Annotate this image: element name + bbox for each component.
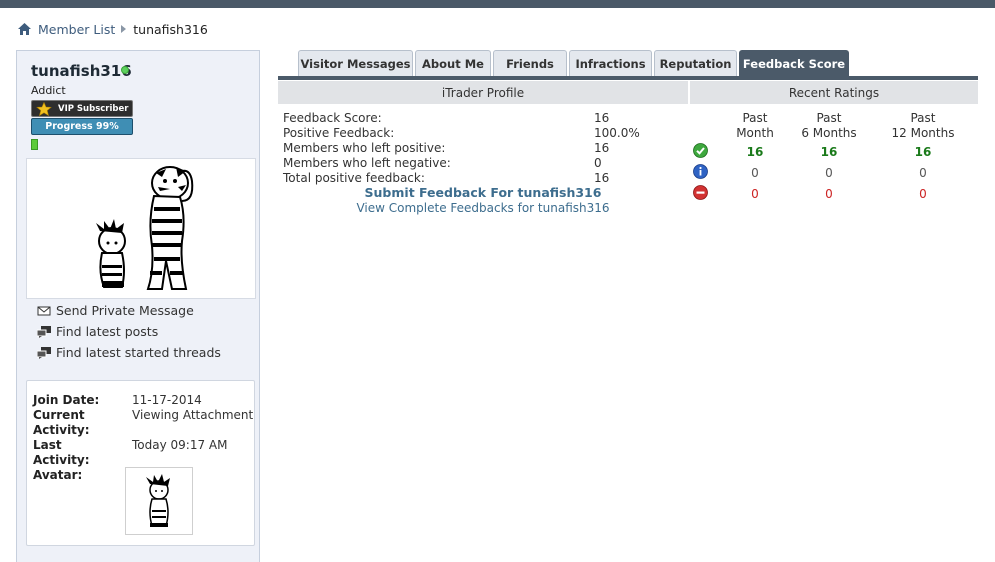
tab-infractions[interactable]: Infractions xyxy=(569,50,652,76)
tab-about-me[interactable]: About Me xyxy=(415,50,491,76)
col-past-12-months-line2: 12 Months xyxy=(891,126,955,140)
find-latest-posts-link[interactable]: Find latest posts xyxy=(37,321,221,342)
reputation-bar xyxy=(31,139,38,150)
vip-badge-label: VIP Subscriber xyxy=(58,103,129,114)
col-past-6-months-line1: Past xyxy=(816,111,842,125)
current-activity-value: Viewing Attachment xyxy=(132,408,254,422)
recent-ratings-header: Recent Ratings xyxy=(690,81,978,104)
col-past-month-line1: Past xyxy=(742,111,768,125)
feedback-score-label: Feedback Score: xyxy=(283,111,382,125)
info-icon xyxy=(693,164,708,179)
col-past-6-months-line2: 6 Months xyxy=(801,126,857,140)
vip-badge: VIP Subscriber xyxy=(31,100,133,117)
join-date-label: Join Date: xyxy=(33,393,100,407)
itrader-profile-header: iTrader Profile xyxy=(278,81,688,104)
positive-past-6-months: 16 xyxy=(820,145,838,159)
tab-visitor-messages[interactable]: Visitor Messages xyxy=(298,50,413,76)
feedback-score-value: 16 xyxy=(594,111,610,125)
find-latest-threads-label: Find latest started threads xyxy=(56,345,221,360)
tab-reputation[interactable]: Reputation xyxy=(654,50,737,76)
members-left-positive-label: Members who left positive: xyxy=(283,141,446,155)
top-bar xyxy=(0,0,995,8)
avatar-label: Avatar: xyxy=(33,468,83,482)
profile-username: tunafish316 xyxy=(31,62,132,80)
breadcrumb: Member List tunafish316 xyxy=(17,20,208,38)
user-rank: Addict xyxy=(31,84,66,97)
negative-past-6-months: 0 xyxy=(825,187,833,201)
join-date-value: 11-17-2014 xyxy=(132,393,202,407)
submit-feedback-link[interactable]: Submit Feedback For tunafish316 xyxy=(278,185,688,200)
calvin-avatar-image xyxy=(146,474,170,527)
breadcrumb-member-list[interactable]: Member List xyxy=(38,22,115,37)
col-past-12-months-line1: Past xyxy=(910,111,936,125)
progress-badge: Progress 99% xyxy=(31,118,133,135)
tab-friends[interactable]: Friends xyxy=(493,50,567,76)
current-activity-label: Current Activity: xyxy=(33,408,90,437)
total-positive-feedback-label: Total positive feedback: xyxy=(283,171,425,185)
positive-past-12-months: 16 xyxy=(914,145,932,159)
positive-feedback-label: Positive Feedback: xyxy=(283,126,395,140)
members-left-negative-value: 0 xyxy=(594,156,602,170)
neutral-past-12-months: 0 xyxy=(919,166,927,180)
find-latest-posts-label: Find latest posts xyxy=(56,324,159,339)
members-left-negative-label: Members who left negative: xyxy=(283,156,451,170)
neutral-past-month: 0 xyxy=(751,166,759,180)
members-left-positive-value: 16 xyxy=(594,141,610,155)
avatar-image[interactable] xyxy=(125,467,193,535)
profile-sidebar: tunafish316 Addict VIP Subscriber Progre… xyxy=(16,50,260,562)
total-positive-feedback-value: 16 xyxy=(594,171,610,185)
star-icon xyxy=(36,101,52,116)
col-past-6-months: Past 6 Months xyxy=(789,111,869,141)
col-past-month-line2: Month xyxy=(736,126,774,140)
positive-feedback-value: 100.0% xyxy=(594,126,640,140)
envelope-icon xyxy=(37,306,51,315)
negative-past-12-months: 0 xyxy=(919,187,927,201)
calvin-hobbes-image xyxy=(96,166,194,290)
find-latest-threads-link[interactable]: Find latest started threads xyxy=(37,342,221,363)
profile-actions: Send Private Message Find latest posts F… xyxy=(37,300,221,363)
col-past-12-months: Past 12 Months xyxy=(883,111,963,141)
tab-underline xyxy=(278,76,978,80)
tab-feedback-score[interactable]: Feedback Score xyxy=(739,50,849,76)
profile-picture xyxy=(26,158,256,299)
last-activity-label: Last Activity: xyxy=(33,438,90,467)
negative-past-month: 0 xyxy=(751,187,759,201)
breadcrumb-current: tunafish316 xyxy=(133,21,208,37)
col-past-month: Past Month xyxy=(715,111,795,141)
profile-info-box: Join Date: 11-17-2014 Current Activity: … xyxy=(26,380,255,546)
send-private-message-link[interactable]: Send Private Message xyxy=(37,300,221,321)
send-private-message-label: Send Private Message xyxy=(56,303,194,318)
threads-icon xyxy=(37,346,51,359)
neutral-past-6-months: 0 xyxy=(825,166,833,180)
profile-tabs: Visitor Messages About Me Friends Infrac… xyxy=(298,50,851,76)
positive-past-month: 16 xyxy=(746,145,764,159)
breadcrumb-arrow-icon xyxy=(121,25,127,33)
view-complete-feedbacks-link[interactable]: View Complete Feedbacks for tunafish316 xyxy=(278,201,688,215)
home-icon[interactable] xyxy=(17,22,32,36)
last-activity-value: Today 09:17 AM xyxy=(132,438,228,452)
minus-icon xyxy=(693,185,708,200)
posts-icon xyxy=(37,325,51,338)
check-icon xyxy=(693,143,708,158)
online-status-icon xyxy=(121,66,129,74)
